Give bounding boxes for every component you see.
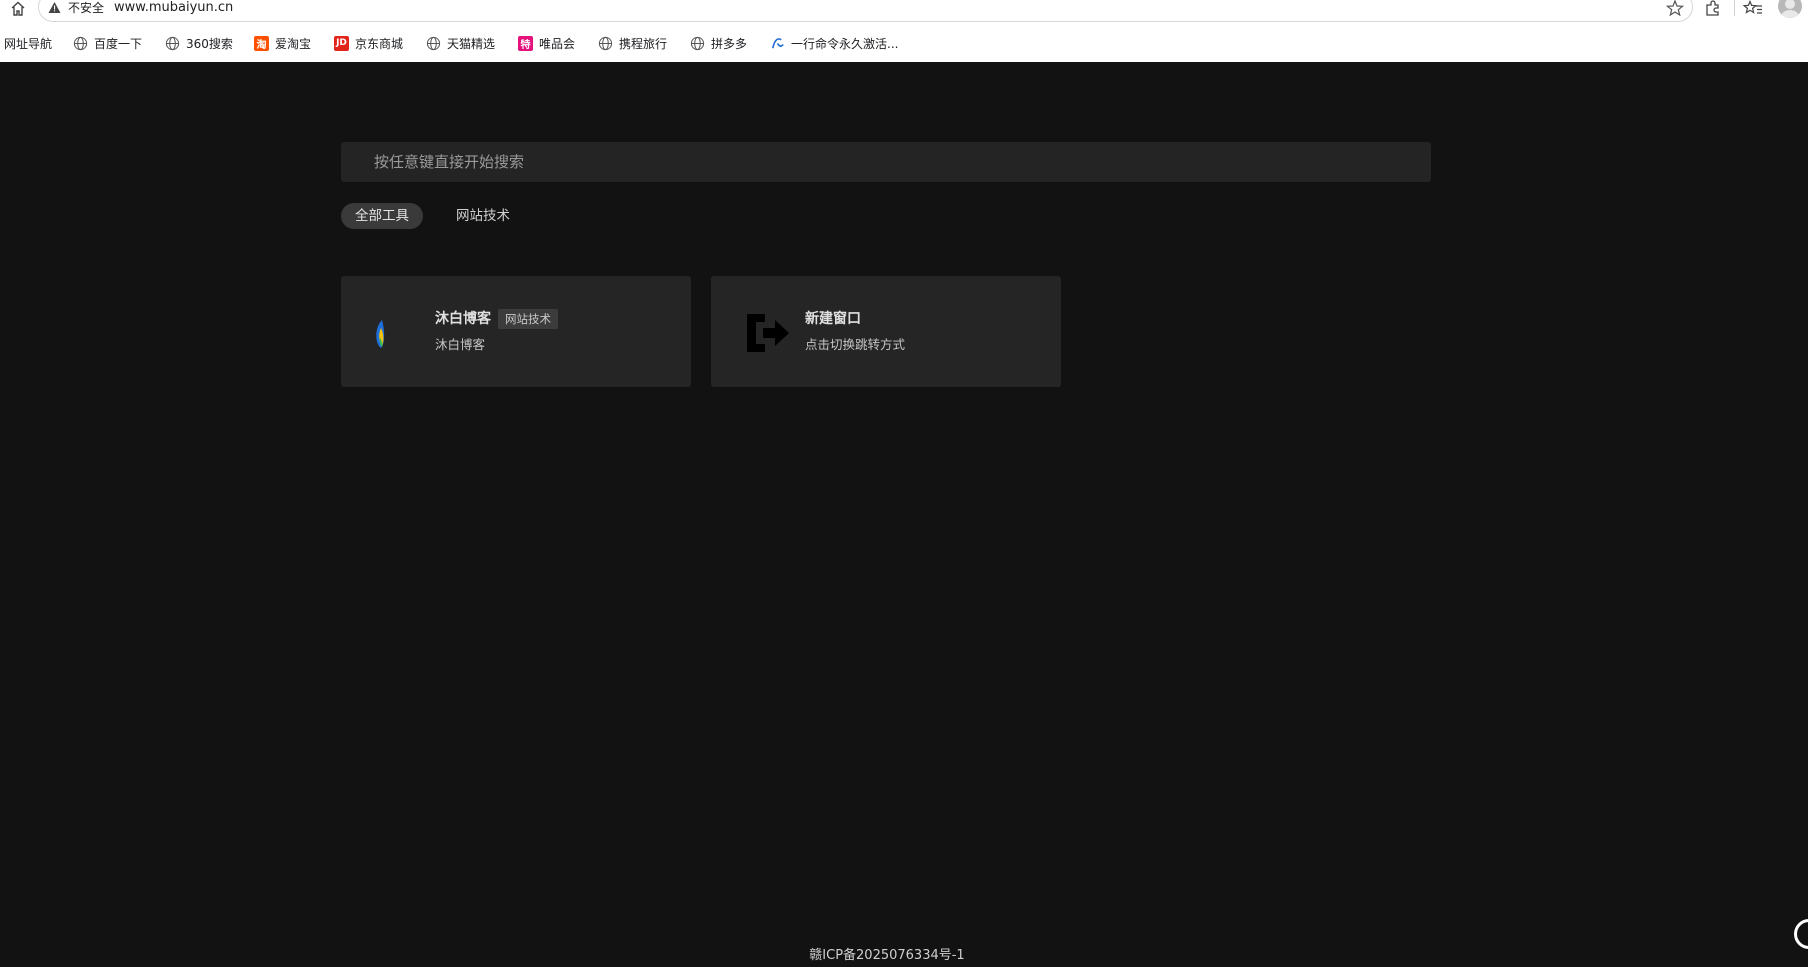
jd-icon: JD — [334, 35, 349, 51]
home-button[interactable] — [8, 0, 28, 16]
bookmark-label: 天猫精选 — [447, 36, 496, 51]
bookmark-item[interactable]: 百度一下 — [73, 33, 142, 53]
bookmark-item[interactable]: 网址导航 — [4, 33, 52, 53]
warning-icon[interactable] — [48, 1, 61, 14]
bookmarks-bar: 网址导航 百度一下 360搜索 淘 爱淘宝 JD 京东商城 天猫精选 特 唯品会… — [0, 33, 1808, 53]
bookmark-label: 携程旅行 — [619, 36, 668, 51]
bookmark-item[interactable]: 特 唯品会 — [518, 33, 575, 53]
search-placeholder: 按任意键直接开始搜索 — [374, 153, 525, 171]
card-description: 沐白博客 — [435, 337, 486, 352]
bookmark-item[interactable]: 一行命令永久激活... — [770, 33, 898, 53]
toolbar-divider — [1734, 0, 1735, 16]
bookmark-item[interactable]: 淘 爱淘宝 — [254, 33, 311, 53]
icp-footer-link[interactable]: 赣ICP备2025076334号-1 — [0, 947, 1774, 965]
taobao-icon: 淘 — [254, 35, 269, 51]
new-window-icon — [747, 314, 789, 352]
bookmark-item[interactable]: JD 京东商城 — [334, 33, 403, 53]
favorites-icon[interactable] — [1743, 0, 1763, 16]
search-input[interactable]: 按任意键直接开始搜索 — [341, 142, 1431, 182]
bookmark-label: 唯品会 — [539, 36, 576, 51]
tab-all-tools[interactable]: 全部工具 — [341, 203, 423, 229]
bookmark-label: 爱淘宝 — [275, 36, 312, 51]
globe-icon — [73, 36, 88, 50]
globe-icon — [690, 36, 705, 50]
browser-chrome: 不安全 www.mubaiyun.cn 网址导航 百度一下 360搜索 淘 爱淘… — [0, 0, 1808, 62]
bookmark-label: 京东商城 — [355, 36, 404, 51]
bookmark-label: 百度一下 — [94, 36, 143, 51]
card-description: 点击切换跳转方式 — [805, 337, 906, 352]
bookmark-item[interactable]: 携程旅行 — [598, 33, 667, 53]
extensions-icon[interactable] — [1703, 0, 1723, 16]
bookmark-label: 网址导航 — [4, 36, 53, 51]
address-bar[interactable] — [38, 0, 1693, 22]
globe-icon — [598, 36, 613, 50]
home-icon — [11, 1, 25, 16]
tool-card-new-window[interactable]: 新建窗口 点击切换跳转方式 — [711, 276, 1061, 387]
bookmark-star-icon[interactable] — [1666, 0, 1684, 16]
bookmark-item[interactable]: 拼多多 — [690, 33, 747, 53]
address-row: 不安全 www.mubaiyun.cn — [0, 0, 1808, 22]
bookmark-item[interactable]: 天猫精选 — [426, 33, 495, 53]
custom-site-icon — [771, 37, 784, 48]
vip-icon: 特 — [518, 35, 533, 51]
bookmark-item[interactable]: 360搜索 — [165, 33, 233, 53]
card-title: 新建窗口 — [805, 311, 861, 327]
tool-card-mubai-blog[interactable]: 沐白博客 网站技术 沐白博客 — [341, 276, 691, 387]
url-text[interactable]: www.mubaiyun.cn — [114, 0, 233, 16]
profile-avatar[interactable] — [1778, 0, 1802, 18]
bookmark-label: 360搜索 — [186, 36, 233, 51]
globe-icon — [165, 36, 180, 50]
tab-web-tech[interactable]: 网站技术 — [442, 203, 524, 229]
globe-icon — [426, 36, 441, 50]
bookmark-label: 一行命令永久激活... — [791, 36, 899, 51]
floating-action-button[interactable] — [1794, 919, 1808, 949]
bookmark-label: 拼多多 — [711, 36, 748, 51]
card-title: 沐白博客 — [435, 311, 491, 327]
card-tag: 网站技术 — [498, 309, 558, 329]
security-label[interactable]: 不安全 — [68, 0, 104, 16]
mubai-logo-icon — [376, 320, 385, 348]
